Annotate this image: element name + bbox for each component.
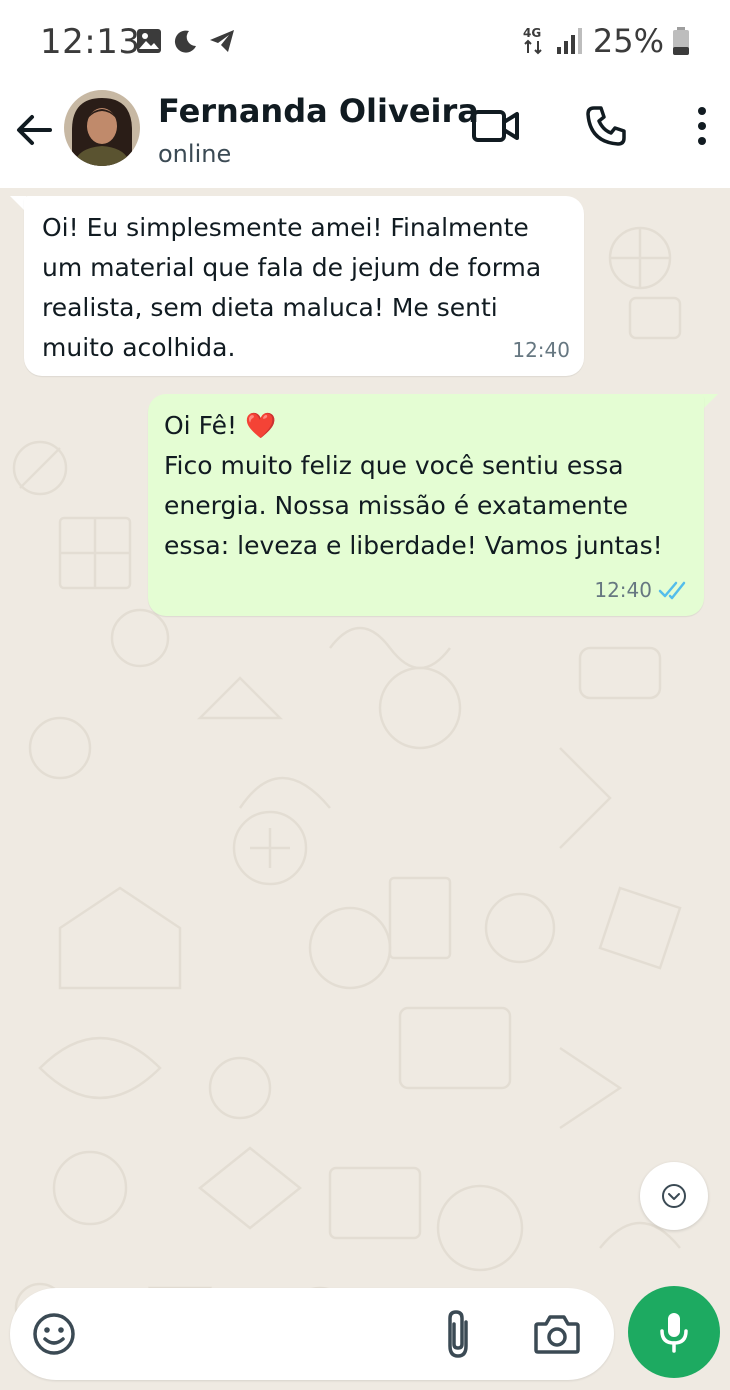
telegram-icon <box>210 30 234 52</box>
moon-icon <box>174 30 196 53</box>
phone-icon <box>586 106 626 146</box>
scroll-to-bottom-button[interactable] <box>640 1162 708 1230</box>
emoji-icon[interactable] <box>30 1310 78 1358</box>
status-icons-right: 4G 25% <box>523 22 690 60</box>
message-time: 12:40 <box>594 578 652 602</box>
microphone-icon <box>660 1313 688 1353</box>
status-icons-left <box>136 28 236 54</box>
avatar[interactable] <box>64 90 140 166</box>
message-time: 12:40 <box>512 338 570 362</box>
message-composer <box>10 1288 614 1380</box>
message-greeting: Oi Fê! ❤️ <box>164 406 688 446</box>
gallery-icon <box>137 29 161 53</box>
battery-percentage: 25% <box>592 22 664 60</box>
outgoing-message[interactable]: Oi Fê! ❤️ Fico muito feliz que você sent… <box>148 394 704 616</box>
camera-icon[interactable] <box>532 1310 582 1358</box>
video-camera-icon <box>472 110 519 142</box>
status-time: 12:13 <box>40 22 141 62</box>
message-timestamp: 12:40 <box>594 570 690 610</box>
svg-text:4G: 4G <box>523 26 541 40</box>
status-bar: 12:13 4G 25% <box>0 0 730 84</box>
incoming-message[interactable]: Oi! Eu simplesmente amei! Finalmente um … <box>24 196 584 376</box>
message-input[interactable] <box>94 1308 414 1360</box>
greeting-text: Oi Fê! <box>164 411 245 440</box>
signal-icon <box>556 28 582 54</box>
battery-icon <box>673 27 689 55</box>
video-call-button[interactable] <box>468 98 524 154</box>
chat-area[interactable]: Oi! Eu simplesmente amei! Finalmente um … <box>0 188 730 1390</box>
message-timestamp: 12:40 <box>512 330 570 370</box>
outgoing-bubble-tail <box>702 394 718 410</box>
contact-status: online <box>158 140 232 168</box>
read-receipt-icon <box>658 581 686 600</box>
message-text: Oi! Eu simplesmente amei! Finalmente um … <box>42 213 542 362</box>
network-4g-icon: 4G <box>523 26 542 55</box>
paperclip-icon[interactable] <box>438 1308 478 1360</box>
voice-message-button[interactable] <box>628 1286 720 1378</box>
more-options-button[interactable] <box>674 98 730 154</box>
chat-header: Fernanda Oliveira online <box>0 84 730 188</box>
message-text: Fico muito feliz que você sentiu essa en… <box>164 451 663 560</box>
contact-name[interactable]: Fernanda Oliveira <box>158 92 479 130</box>
back-arrow-icon[interactable] <box>12 108 56 152</box>
more-vertical-icon <box>698 107 706 145</box>
voice-call-button[interactable] <box>578 98 634 154</box>
chevron-down-circle-icon <box>662 1184 686 1208</box>
heart-emoji: ❤️ <box>244 411 277 440</box>
